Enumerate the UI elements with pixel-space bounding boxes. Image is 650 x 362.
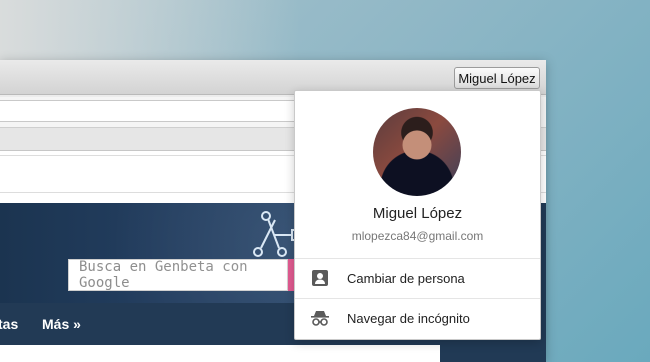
switch-person-item[interactable]: Cambiar de persona [295,259,540,297]
profile-email: mlopezca84@gmail.com [351,229,484,243]
switch-person-label: Cambiar de persona [347,270,465,286]
incognito-icon [309,307,331,329]
avatar [373,108,461,196]
site-search-input[interactable]: Busca en Genbeta con Google [68,259,288,291]
page-content-area [0,345,440,362]
person-icon [309,267,331,289]
profile-button[interactable]: Miguel López [454,67,540,89]
nav-item-partial[interactable]: tas [0,316,18,332]
nav-item-more[interactable]: Más » [42,316,81,332]
profile-menu: Miguel López mlopezca84@gmail.com Cambia… [294,90,541,340]
incognito-label: Navegar de incógnito [347,310,470,326]
incognito-item[interactable]: Navegar de incógnito [295,299,540,337]
profile-name: Miguel López [372,205,463,222]
